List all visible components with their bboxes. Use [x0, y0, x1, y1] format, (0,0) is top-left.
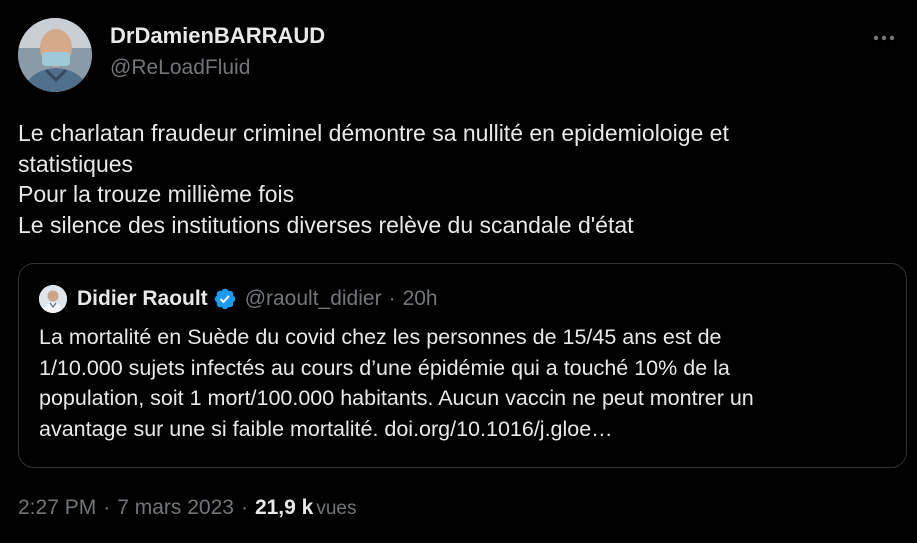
quoted-tweet-text: La mortalité en Suède du covid chez les …	[39, 322, 899, 444]
meta-separator: ·	[240, 496, 248, 519]
quoted-text-line: La mortalité en Suède du covid chez les …	[39, 325, 722, 349]
quoted-tweet-header: Didier Raoult @raoult_didier · 20h	[39, 284, 438, 314]
tweet-text-line: Le charlatan fraudeur criminel démontre …	[18, 120, 729, 146]
quoted-text-line: population, soit 1 mort/100.000 habitant…	[39, 386, 754, 410]
tweet-text-line: statistiques	[18, 150, 134, 177]
verified-badge-icon	[214, 288, 235, 310]
quoted-author-handle[interactable]: @raoult_didier	[245, 287, 382, 311]
tweet-time[interactable]: 2:27 PM	[18, 496, 96, 519]
tweet-detail: DrDamienBARRAUD @ReLoadFluid Le charlata…	[0, 0, 917, 543]
author-info: DrDamienBARRAUD @ReLoadFluid	[110, 22, 325, 82]
tweet-text: Le charlatan fraudeur criminel démontre …	[18, 118, 898, 240]
avatar-image	[18, 18, 92, 92]
more-horizontal-icon[interactable]	[869, 28, 899, 48]
quoted-tweet-card[interactable]: Didier Raoult @raoult_didier · 20h La mo…	[18, 263, 907, 468]
author-display-name[interactable]: DrDamienBARRAUD	[110, 22, 325, 50]
quoted-text-line: avantage sur une si faible mortalité. do…	[39, 416, 613, 441]
tweet-text-line: Pour la trouze millième fois	[18, 181, 295, 207]
views-count: 21,9 k	[254, 496, 314, 519]
author-avatar[interactable]	[18, 18, 92, 92]
author-handle[interactable]: @ReLoadFluid	[110, 54, 325, 82]
quoted-header-separator: ·	[388, 287, 396, 310]
tweet-text-line: Le silence des institutions diverses rel…	[18, 211, 634, 238]
tweet-metadata: 2:27 PM · 7 mars 2023 · 21,9 k vues	[18, 494, 356, 523]
tweet-date[interactable]: 7 mars 2023	[117, 496, 234, 519]
quoted-tweet-time[interactable]: 20h	[403, 287, 438, 311]
views-label: vues	[316, 498, 357, 519]
quoted-author-display-name[interactable]: Didier Raoult	[77, 287, 208, 311]
quoted-text-line: 1/10.000 sujets infectés au cours d’une …	[39, 355, 730, 380]
quoted-author-avatar[interactable]	[39, 285, 67, 313]
meta-separator: ·	[103, 496, 111, 519]
